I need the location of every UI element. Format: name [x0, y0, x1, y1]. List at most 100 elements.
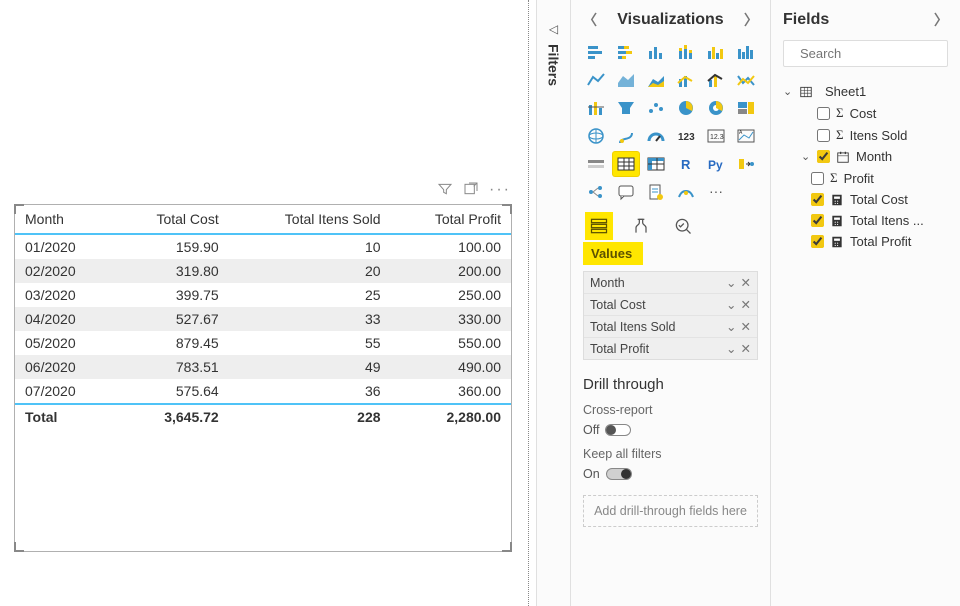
cross-report-toggle[interactable] — [605, 424, 631, 436]
chevron-right-icon[interactable]: 〉 — [744, 10, 758, 30]
viz-type-icon[interactable] — [583, 68, 609, 92]
viz-type-icon[interactable] — [733, 40, 759, 64]
viz-type-icon[interactable] — [673, 180, 699, 204]
viz-type-icon[interactable] — [613, 96, 639, 120]
table-row[interactable]: 04/2020527.6733330.00 — [15, 307, 511, 331]
col-header[interactable]: Total Profit — [391, 205, 511, 234]
viz-type-icon[interactable] — [703, 96, 729, 120]
field-item[interactable]: Total Profit — [783, 231, 948, 252]
viz-type-icon[interactable] — [643, 152, 669, 176]
field-checkbox[interactable] — [811, 235, 824, 248]
viz-type-icon[interactable] — [613, 124, 639, 148]
viz-type-icon[interactable] — [583, 40, 609, 64]
field-checkbox[interactable] — [811, 172, 824, 185]
chevron-down-icon[interactable]: ⌄ — [726, 275, 736, 290]
resize-handle[interactable] — [502, 204, 512, 214]
table-row[interactable]: 03/2020399.7525250.00 — [15, 283, 511, 307]
table-row[interactable]: 02/2020319.8020200.00 — [15, 259, 511, 283]
viz-type-icon[interactable]: 12.3 — [703, 124, 729, 148]
focus-mode-icon[interactable] — [463, 181, 479, 202]
viz-type-icon[interactable]: R — [673, 152, 699, 176]
chevron-right-icon[interactable]: 〉 — [934, 10, 948, 30]
viz-type-icon[interactable] — [643, 124, 669, 148]
remove-field-icon[interactable]: ✕ — [741, 341, 751, 356]
viz-type-icon[interactable]: A — [733, 124, 759, 148]
field-well-item[interactable]: Total Itens Sold⌄✕ — [584, 316, 757, 338]
viz-type-icon[interactable] — [733, 68, 759, 92]
table-row[interactable]: 01/2020159.9010100.00 — [15, 234, 511, 259]
viz-type-icon[interactable] — [673, 96, 699, 120]
filter-icon[interactable] — [437, 181, 453, 202]
viz-type-icon[interactable] — [733, 96, 759, 120]
viz-type-icon[interactable]: Py — [703, 152, 729, 176]
remove-field-icon[interactable]: ✕ — [741, 297, 751, 312]
col-header[interactable]: Total Cost — [114, 205, 229, 234]
field-item[interactable]: ΣItens Sold — [783, 124, 948, 146]
field-well-item[interactable]: Total Profit⌄✕ — [584, 338, 757, 359]
field-item[interactable]: Total Cost — [783, 189, 948, 210]
chevron-left-icon[interactable]: 〈 — [583, 10, 597, 30]
field-checkbox[interactable] — [811, 214, 824, 227]
pane-splitter[interactable] — [522, 0, 536, 606]
analytics-tab[interactable] — [669, 212, 697, 240]
viz-type-icon[interactable] — [583, 96, 609, 120]
table-visual[interactable]: ··· Month Total Cost Total Itens Sold To… — [14, 204, 512, 552]
viz-type-icon[interactable] — [583, 124, 609, 148]
table-node[interactable]: ⌄ Sheet1 — [783, 81, 948, 102]
viz-type-icon[interactable] — [613, 40, 639, 64]
field-item[interactable]: Total Itens ... — [783, 210, 948, 231]
fields-pane: Fields 〉 ⌄ Sheet1 ΣCostΣItens Sold⌄Month… — [770, 0, 960, 606]
viz-type-icon[interactable] — [643, 180, 669, 204]
col-header[interactable]: Total Itens Sold — [229, 205, 391, 234]
viz-type-icon[interactable] — [613, 152, 639, 176]
col-header[interactable]: Month — [15, 205, 114, 234]
viz-type-icon[interactable] — [613, 68, 639, 92]
chevron-down-icon[interactable]: ⌄ — [726, 297, 736, 312]
field-checkbox[interactable] — [817, 150, 830, 163]
values-well[interactable]: Month⌄✕Total Cost⌄✕Total Itens Sold⌄✕Tot… — [583, 271, 758, 360]
table-row[interactable]: 06/2020783.5149490.00 — [15, 355, 511, 379]
table-row[interactable]: 07/2020575.6436360.00 — [15, 379, 511, 404]
viz-type-icon[interactable] — [703, 68, 729, 92]
fields-tab[interactable] — [585, 212, 613, 240]
resize-handle[interactable] — [14, 542, 24, 552]
keep-filters-toggle[interactable] — [606, 468, 632, 480]
table-row[interactable]: 05/2020879.4555550.00 — [15, 331, 511, 355]
resize-handle[interactable] — [502, 542, 512, 552]
viz-type-icon[interactable] — [733, 152, 759, 176]
viz-type-icon[interactable] — [583, 152, 609, 176]
viz-type-icon[interactable] — [643, 96, 669, 120]
more-options-icon[interactable]: ··· — [489, 181, 511, 202]
report-canvas[interactable]: ··· Month Total Cost Total Itens Sold To… — [0, 0, 522, 606]
viz-type-icon[interactable] — [703, 40, 729, 64]
field-item[interactable]: ΣProfit — [783, 167, 948, 189]
chevron-down-icon[interactable]: ⌄ — [726, 319, 736, 334]
field-item[interactable]: ⌄Month — [783, 146, 948, 167]
field-well-item[interactable]: Total Cost⌄✕ — [584, 294, 757, 316]
search-input[interactable] — [798, 45, 960, 62]
viz-type-icon[interactable] — [673, 40, 699, 64]
drillthrough-placeholder[interactable]: Add drill-through fields here — [583, 495, 758, 527]
viz-type-icon[interactable] — [673, 68, 699, 92]
field-checkbox[interactable] — [811, 193, 824, 206]
viz-type-icon[interactable] — [643, 40, 669, 64]
chevron-down-icon[interactable]: ⌄ — [726, 341, 736, 356]
field-checkbox[interactable] — [817, 129, 830, 142]
viz-type-icon[interactable]: 123 — [673, 124, 699, 148]
caret-down-icon[interactable]: ⌄ — [783, 85, 793, 98]
viz-type-icon[interactable] — [583, 180, 609, 204]
caret-down-icon[interactable]: ⌄ — [801, 150, 811, 163]
remove-field-icon[interactable]: ✕ — [741, 319, 751, 334]
fields-search[interactable] — [783, 40, 948, 67]
chevron-left-icon[interactable]: ◁ — [549, 22, 558, 36]
format-tab[interactable] — [627, 212, 655, 240]
viz-type-icon[interactable] — [643, 68, 669, 92]
resize-handle[interactable] — [14, 204, 24, 214]
field-well-item[interactable]: Month⌄✕ — [584, 272, 757, 294]
remove-field-icon[interactable]: ✕ — [741, 275, 751, 290]
filters-pane-collapsed[interactable]: ◁ Filters — [536, 0, 570, 606]
viz-type-icon[interactable]: ··· — [703, 180, 729, 204]
viz-type-icon[interactable] — [613, 180, 639, 204]
field-checkbox[interactable] — [817, 107, 830, 120]
field-item[interactable]: ΣCost — [783, 102, 948, 124]
